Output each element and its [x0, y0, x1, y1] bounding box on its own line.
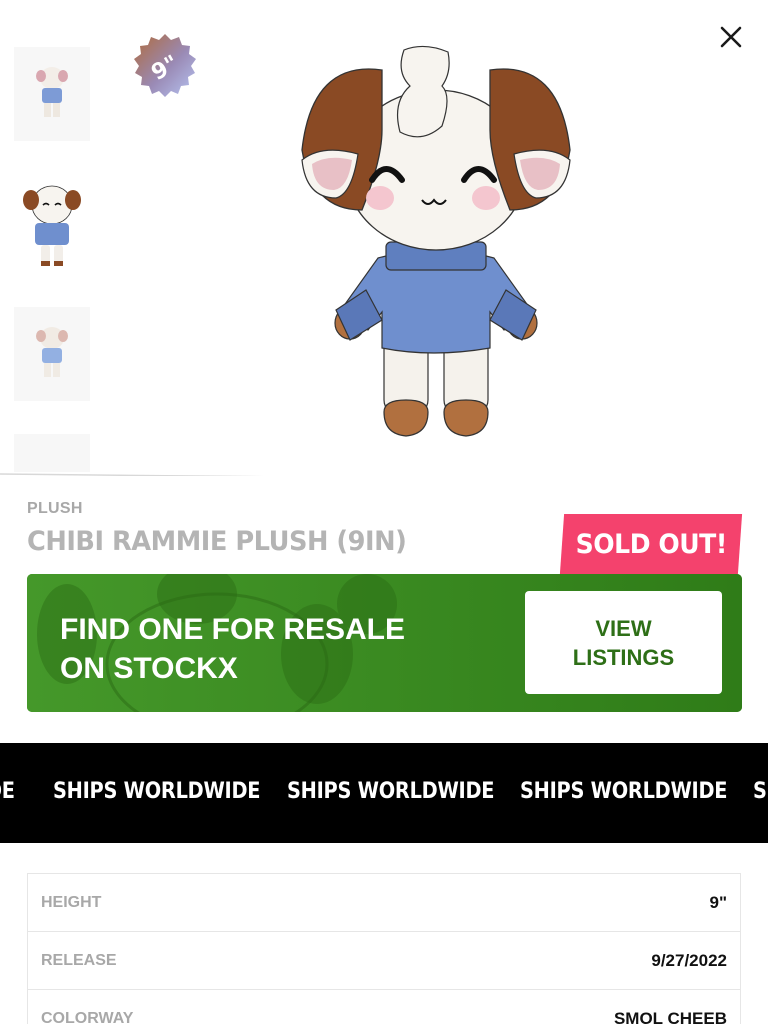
- specs-table: HEIGHT 9" RELEASE 9/27/2022 COLORWAY SMO…: [27, 873, 741, 1024]
- spec-value: 9/27/2022: [651, 951, 727, 970]
- marquee-item: SI: [753, 779, 768, 804]
- spec-value: SMOL CHEEB: [613, 1009, 727, 1024]
- marquee-item: SHIPS WORLDWIDE: [53, 779, 261, 804]
- product-main-image: [301, 45, 571, 437]
- view-listings-button[interactable]: VIEW LISTINGS: [525, 591, 722, 694]
- close-button[interactable]: [712, 18, 750, 56]
- product-gallery: 9": [0, 0, 768, 476]
- spec-row-colorway: COLORWAY SMOL CHEEB: [28, 990, 740, 1024]
- shipping-marquee: DE SHIPS WORLDWIDE SHIPS WORLDWIDE SHIPS…: [0, 743, 768, 843]
- close-icon: [720, 26, 742, 48]
- gallery-divider: [0, 473, 265, 476]
- spec-label: RELEASE: [41, 952, 117, 969]
- product-title: CHIBI RAMMIE PLUSH (9IN): [27, 526, 407, 557]
- spec-label: COLORWAY: [41, 1010, 134, 1024]
- sold-out-label: SOLD OUT!: [575, 528, 727, 560]
- resale-text: FIND ONE FOR RESALE ON STOCKX: [60, 613, 406, 685]
- thumbnail-3[interactable]: [14, 307, 90, 401]
- thumbnail-4[interactable]: [14, 434, 90, 472]
- thumbnail-strip[interactable]: [0, 0, 110, 472]
- marquee-item: SHIPS WORLDWIDE: [520, 779, 728, 804]
- thumbnail-2[interactable]: [14, 175, 90, 269]
- size-badge: 9": [131, 30, 199, 106]
- spec-label: HEIGHT: [41, 894, 102, 911]
- spec-row-height: HEIGHT 9": [28, 874, 740, 932]
- marquee-item: SHIPS WORLDWIDE: [287, 779, 495, 804]
- resale-banner: FIND ONE FOR RESALE ON STOCKX VIEW LISTI…: [27, 574, 742, 712]
- sold-out-badge: SOLD OUT!: [559, 514, 743, 574]
- spec-row-release: RELEASE 9/27/2022: [28, 932, 740, 990]
- spec-value: 9": [709, 893, 727, 912]
- marquee-item: DE: [0, 779, 15, 804]
- product-category: PLUSH: [27, 500, 83, 517]
- thumbnail-1[interactable]: [14, 47, 90, 141]
